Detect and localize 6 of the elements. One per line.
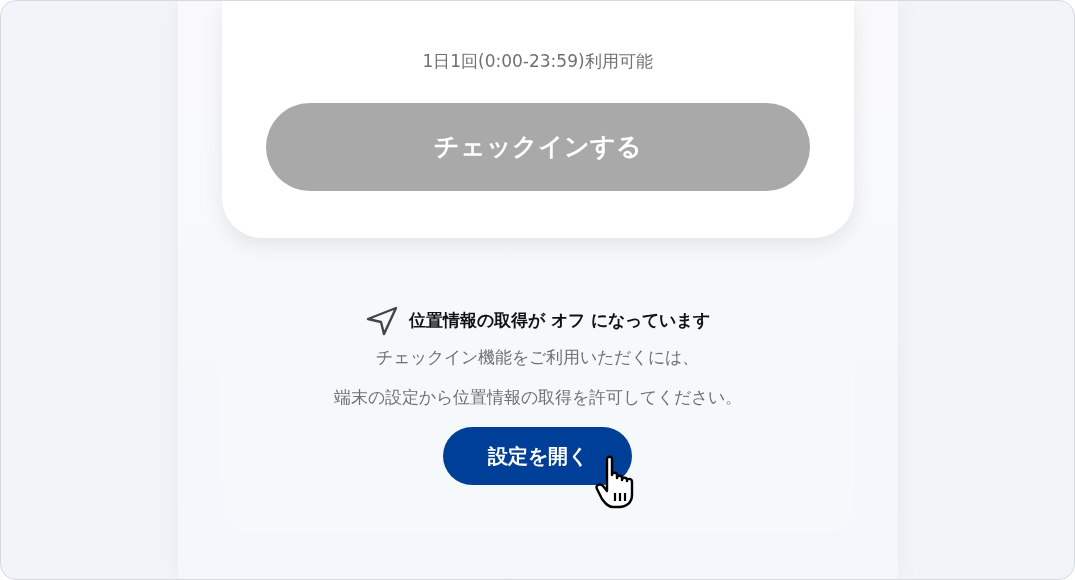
message-line: 端末の設定から位置情報の取得を許可してください。 bbox=[333, 386, 742, 409]
navigation-arrow-icon bbox=[365, 305, 400, 337]
location-status-text: 位置情報の取得が オフ になっています bbox=[409, 309, 710, 333]
availability-text: 1日1回(0:00-23:59)利用可能 bbox=[421, 50, 654, 73]
message-line: チェックイン機能をご利用いただくには、 bbox=[375, 346, 700, 369]
open-settings-button[interactable]: 設定を開く bbox=[443, 427, 632, 485]
